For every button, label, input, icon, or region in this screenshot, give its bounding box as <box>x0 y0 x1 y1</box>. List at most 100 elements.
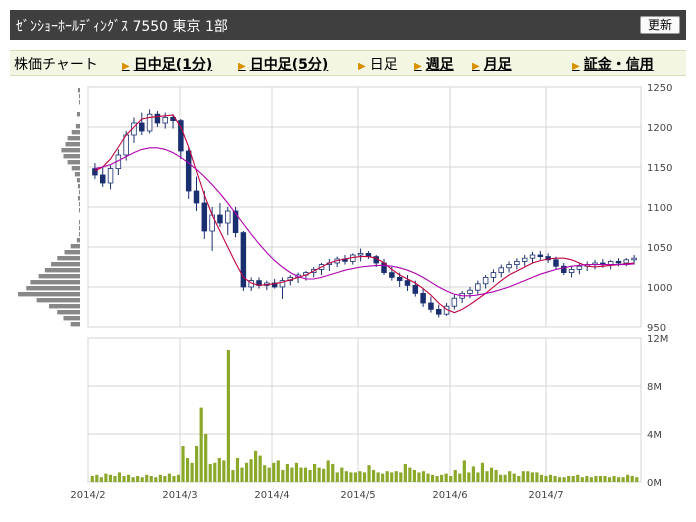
candle-down <box>412 284 419 294</box>
volume-bar <box>571 476 575 482</box>
volume-profile-bar <box>67 136 80 141</box>
volume-bar <box>108 474 113 482</box>
x-tick-label: 2014/6 <box>432 490 467 501</box>
volume-bar <box>435 476 439 482</box>
volume-bar <box>576 474 580 482</box>
candle-down <box>185 150 192 192</box>
volume-bar <box>331 464 335 482</box>
volume-bar <box>521 471 525 482</box>
volume-bar <box>172 476 176 482</box>
volume-bar <box>580 477 584 482</box>
candle-up <box>514 260 520 265</box>
volume-bar <box>113 476 117 482</box>
volume-profile-bar <box>71 130 80 135</box>
volume-bar <box>539 474 544 482</box>
volume-bar <box>394 471 398 482</box>
volume-bar <box>195 446 199 482</box>
price-tick-label: 1050 <box>647 243 672 254</box>
volume-bar <box>607 477 612 482</box>
volume-bar <box>249 459 253 482</box>
volume-profile-bar <box>57 256 80 261</box>
candle-down <box>553 259 559 267</box>
volume-bar <box>263 465 267 482</box>
volume-bar <box>408 467 412 482</box>
volume-profile-bar <box>63 154 80 159</box>
volume-profile-bar <box>77 196 80 201</box>
volume-profile-bar <box>78 100 80 105</box>
volume-bar <box>317 467 321 482</box>
volume-bar <box>185 458 190 482</box>
volume-bar <box>353 472 358 482</box>
volume-profile-bar <box>63 316 80 321</box>
volume-profile-bar <box>74 172 80 177</box>
volume-bar <box>562 477 566 482</box>
volume-profile-bar <box>78 220 80 225</box>
volume-profile-bar <box>76 238 80 243</box>
volume-tick-label: 0M <box>647 478 662 489</box>
volume-panel <box>87 337 642 483</box>
volume-bar <box>362 472 367 482</box>
candle-down <box>154 113 161 124</box>
volume-bar <box>517 476 521 482</box>
volume-bar <box>458 473 462 482</box>
volume-bar <box>254 450 258 482</box>
volume-bar <box>95 474 99 482</box>
volume-bar <box>403 464 407 482</box>
volume-bar <box>412 470 416 482</box>
volume-bar <box>553 476 557 482</box>
volume-profile-bar <box>18 292 80 297</box>
volume-profile-bar <box>65 142 80 147</box>
volume-profile-bar <box>76 112 80 117</box>
volume-bar <box>285 464 289 482</box>
candle-up <box>162 117 168 124</box>
volume-bar <box>176 474 181 482</box>
candle-up <box>482 276 489 285</box>
volume-bar <box>131 477 135 482</box>
volume-tick-label: 12M <box>647 334 668 345</box>
volume-tick-label: 8M <box>647 382 662 393</box>
volume-bar <box>453 470 457 482</box>
volume-bar <box>217 458 221 482</box>
volume-profile-bar <box>26 286 80 291</box>
volume-bar <box>544 476 548 482</box>
volume-profile-bar <box>51 262 80 267</box>
volume-bar <box>449 476 453 482</box>
volume-bar <box>140 477 144 482</box>
candle-down <box>389 272 395 278</box>
candle-down <box>404 280 411 286</box>
volume-bar <box>349 472 353 482</box>
candle-up <box>225 210 231 224</box>
candle-up <box>506 264 512 269</box>
volume-bar <box>335 472 339 482</box>
volume-bar <box>635 477 639 482</box>
volume-bar <box>340 467 344 482</box>
candle-up <box>490 272 497 278</box>
volume-bar <box>440 474 444 482</box>
volume-profile-bar <box>30 280 80 285</box>
volume-bar <box>494 470 498 482</box>
candle-up <box>521 257 528 262</box>
stock-chart: 950 1000 1050 1100 1150 1200 1250 0M 4M 8M 12M 2014… <box>18 83 672 501</box>
candle-up <box>529 254 536 259</box>
volume-profile-bar <box>78 232 80 237</box>
volume-bar <box>90 476 94 482</box>
volume-bar <box>104 473 108 482</box>
volume-bar <box>585 476 589 482</box>
volume-profile-bar <box>44 268 80 273</box>
price-tick-label: 1200 <box>647 123 672 134</box>
volume-profile-bar <box>38 274 80 279</box>
candle-up <box>451 297 458 307</box>
volume-profile-bar <box>78 226 80 231</box>
volume-bar <box>558 477 562 482</box>
x-tick-label: 2014/2 <box>70 490 105 501</box>
volume-bar <box>371 470 376 482</box>
volume-bar <box>158 474 162 482</box>
volume-profile-bar <box>77 88 80 93</box>
volume-bar <box>272 462 276 482</box>
candle-down <box>537 254 544 258</box>
volume-bar <box>267 467 271 482</box>
volume-bar <box>430 474 435 482</box>
volume-bar <box>626 474 630 482</box>
volume-bar <box>612 476 616 482</box>
volume-bar <box>589 477 593 482</box>
